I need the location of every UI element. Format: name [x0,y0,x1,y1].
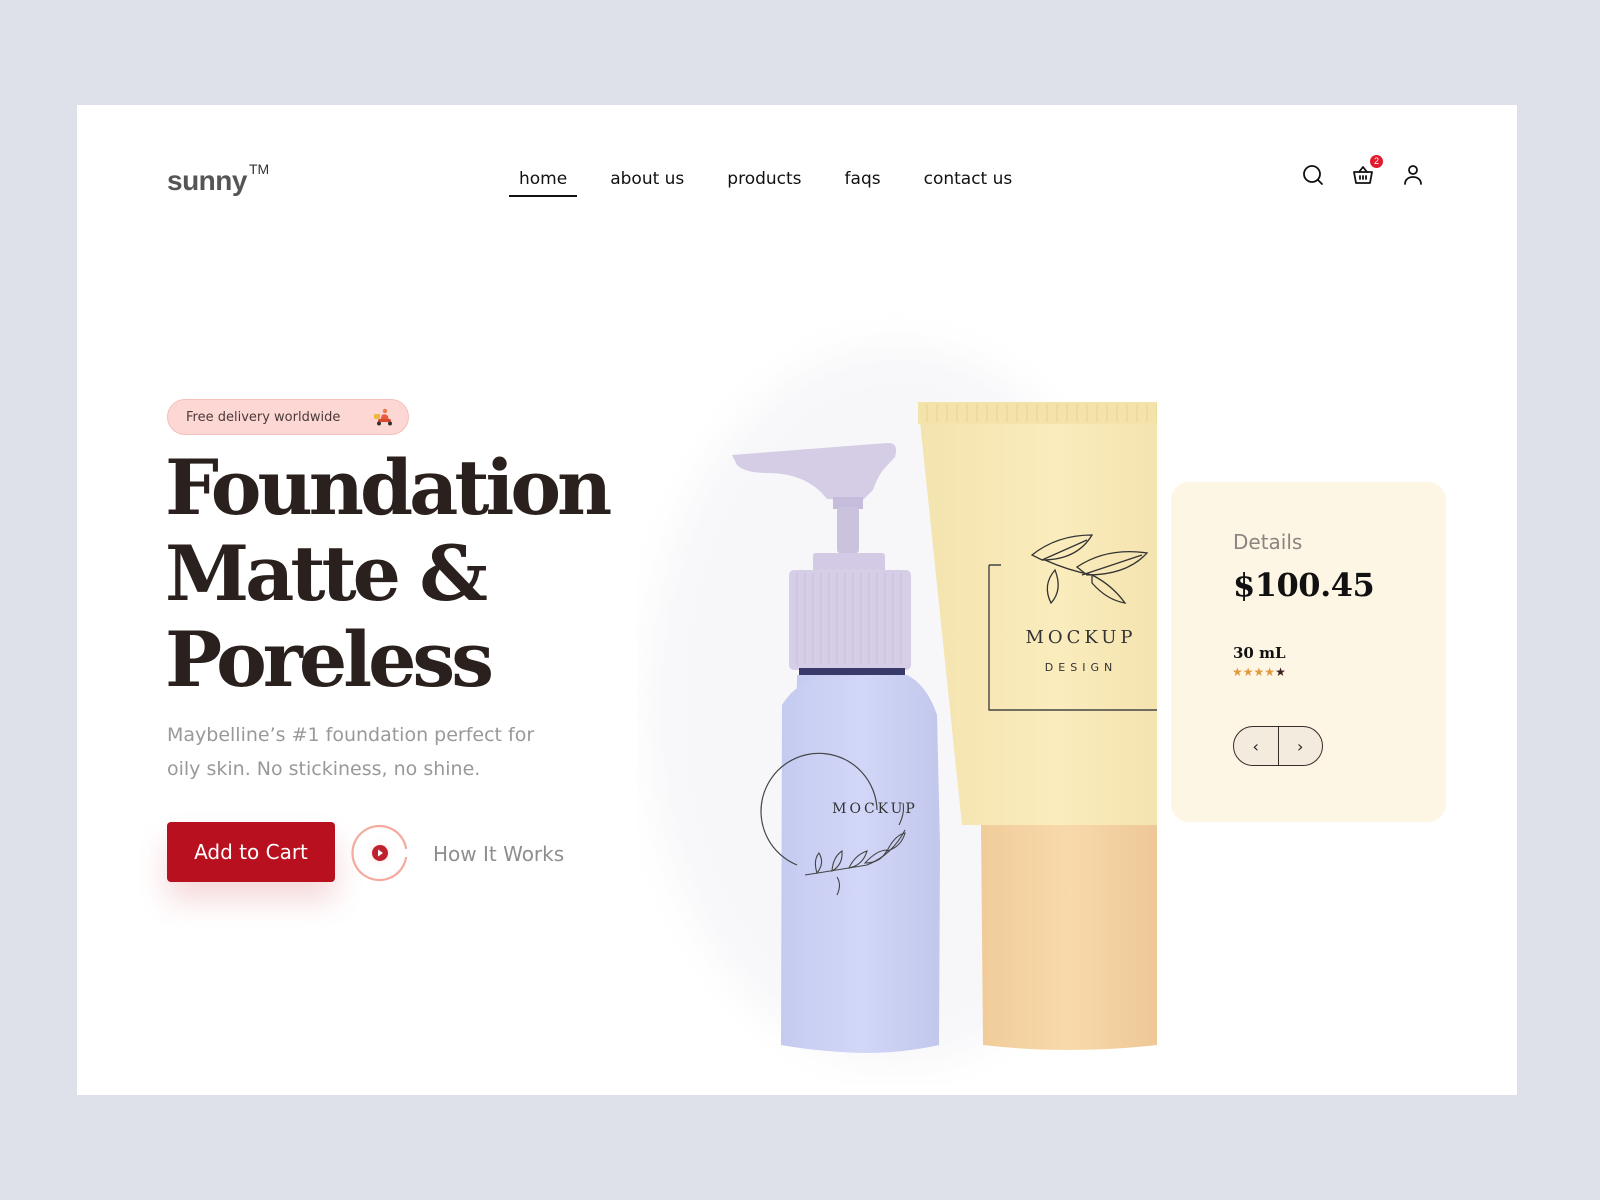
hero-headline: Foundation Matte & Poreless [165,443,612,704]
star-filled-icon: ★ [1253,665,1265,679]
rating-stars: ★★★★★ [1232,665,1286,679]
how-it-works-link[interactable]: How It Works [433,842,564,866]
play-video-button[interactable] [351,824,409,882]
trademark: TM [248,160,270,177]
star-empty-icon: ★ [1275,665,1286,679]
nav-home[interactable]: home [509,169,578,197]
basket-icon [1353,166,1373,184]
product-size: 30 mL [1233,644,1286,662]
search-icon [1303,165,1323,185]
brand-logo[interactable]: sunny TM [167,161,269,197]
page-frame: sunny TM home about us products faqs cont… [77,105,1517,1095]
bottle-label: MOCKUP [832,801,918,817]
main-nav: home about us products faqs contact us [509,169,1045,197]
promo-text: Free delivery worldwide [186,409,341,425]
nav-faqs[interactable]: faqs [835,169,891,197]
headline-line-3: Poreless [165,615,494,704]
tube-label: MOCKUP [1025,627,1136,648]
next-product-button[interactable]: › [1277,727,1323,765]
previous-product-button[interactable]: ‹ [1234,727,1278,765]
cart-button[interactable]: 2 [1351,155,1383,187]
product-illustration: MOCKUP DESIGN MOCKUP [647,345,1157,1065]
star-filled-icon: ★ [1242,665,1254,679]
brand-name: sunny [167,165,247,196]
cart-count-badge: 2 [1370,155,1383,168]
tube-sublabel: DESIGN [1045,661,1117,674]
hero-subtitle: Maybelline’s #1 foundation perfect for o… [167,724,535,780]
product-details-card: Details $100.45 30 mL ★★★★★ ‹ › [1171,482,1446,822]
product-price: $100.45 [1233,566,1375,604]
star-filled-icon: ★ [1264,665,1276,679]
star-filled-icon: ★ [1232,665,1243,679]
nav-about-us[interactable]: about us [600,169,694,197]
headline-line-1: Foundation [165,443,612,532]
nav-contact-us[interactable]: contact us [914,169,1023,197]
product-pager: ‹ › [1233,726,1323,766]
account-button[interactable] [1401,163,1425,187]
delivery-scooter-icon [374,408,392,426]
header-actions: 2 [1301,155,1425,187]
nav-products[interactable]: products [717,169,811,197]
user-icon [1404,165,1422,185]
free-delivery-pill: Free delivery worldwide [167,399,409,435]
search-button[interactable] [1301,163,1325,187]
play-icon [351,824,408,882]
add-to-cart-button[interactable]: Add to Cart [167,822,335,882]
headline-line-2: Matte & [165,529,488,618]
details-label: Details [1233,530,1303,554]
